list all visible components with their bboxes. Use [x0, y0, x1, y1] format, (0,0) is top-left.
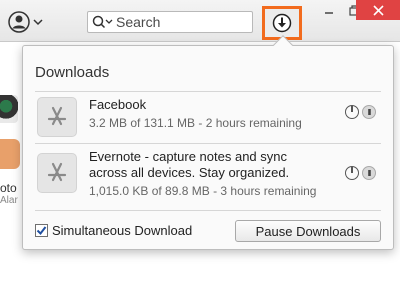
- account-icon: [8, 11, 30, 33]
- download-name: Evernote - capture notes and sync across…: [89, 149, 290, 180]
- download-progress-text: 1,015.0 KB of 89.8 MB - 3 hours remainin…: [89, 184, 317, 198]
- divider: [35, 210, 381, 211]
- popover-title: Downloads: [35, 64, 110, 81]
- app-store-icon: [37, 153, 77, 193]
- search-input[interactable]: [116, 14, 246, 30]
- download-arrow-icon: [272, 13, 292, 33]
- background-app-title: oto: [0, 181, 17, 195]
- pause-download-button[interactable]: II: [362, 166, 376, 180]
- background-app-icon: [0, 139, 20, 169]
- simultaneous-download-checkbox[interactable]: [35, 224, 48, 237]
- download-name: Facebook: [89, 97, 147, 112]
- simultaneous-download-label: Simultaneous Download: [52, 223, 193, 238]
- pause-downloads-button[interactable]: Pause Downloads: [235, 220, 381, 242]
- download-progress-text: 3.2 MB of 131.1 MB - 2 hours remaining: [89, 116, 302, 130]
- app-store-icon: [37, 97, 77, 137]
- pause-icon: II: [367, 107, 372, 117]
- account-button[interactable]: [8, 10, 50, 34]
- pause-icon: II: [367, 168, 372, 178]
- checkmark-icon: [36, 226, 47, 236]
- progress-spinner-icon: [345, 105, 359, 119]
- download-item: Facebook 3.2 MB of 131.1 MB - 2 hours re…: [35, 92, 381, 142]
- close-icon: [372, 4, 384, 16]
- background-app-icon: [0, 95, 18, 123]
- chevron-down-icon: [33, 19, 43, 26]
- progress-spinner-icon: [345, 166, 359, 180]
- minimize-icon: [325, 12, 333, 14]
- search-icon: [92, 15, 113, 29]
- toolbar: [0, 0, 400, 42]
- close-button[interactable]: [356, 0, 400, 20]
- background-app-subtitle: Alar: [0, 195, 18, 206]
- pause-download-button[interactable]: II: [362, 105, 376, 119]
- download-item: Evernote - capture notes and sync across…: [35, 144, 381, 209]
- downloads-popover: Downloads Facebook 3.2 MB of 131.1 MB - …: [22, 35, 394, 250]
- minimize-button[interactable]: [318, 0, 340, 20]
- search-field[interactable]: [87, 11, 253, 33]
- simultaneous-download-toggle[interactable]: Simultaneous Download: [35, 223, 192, 238]
